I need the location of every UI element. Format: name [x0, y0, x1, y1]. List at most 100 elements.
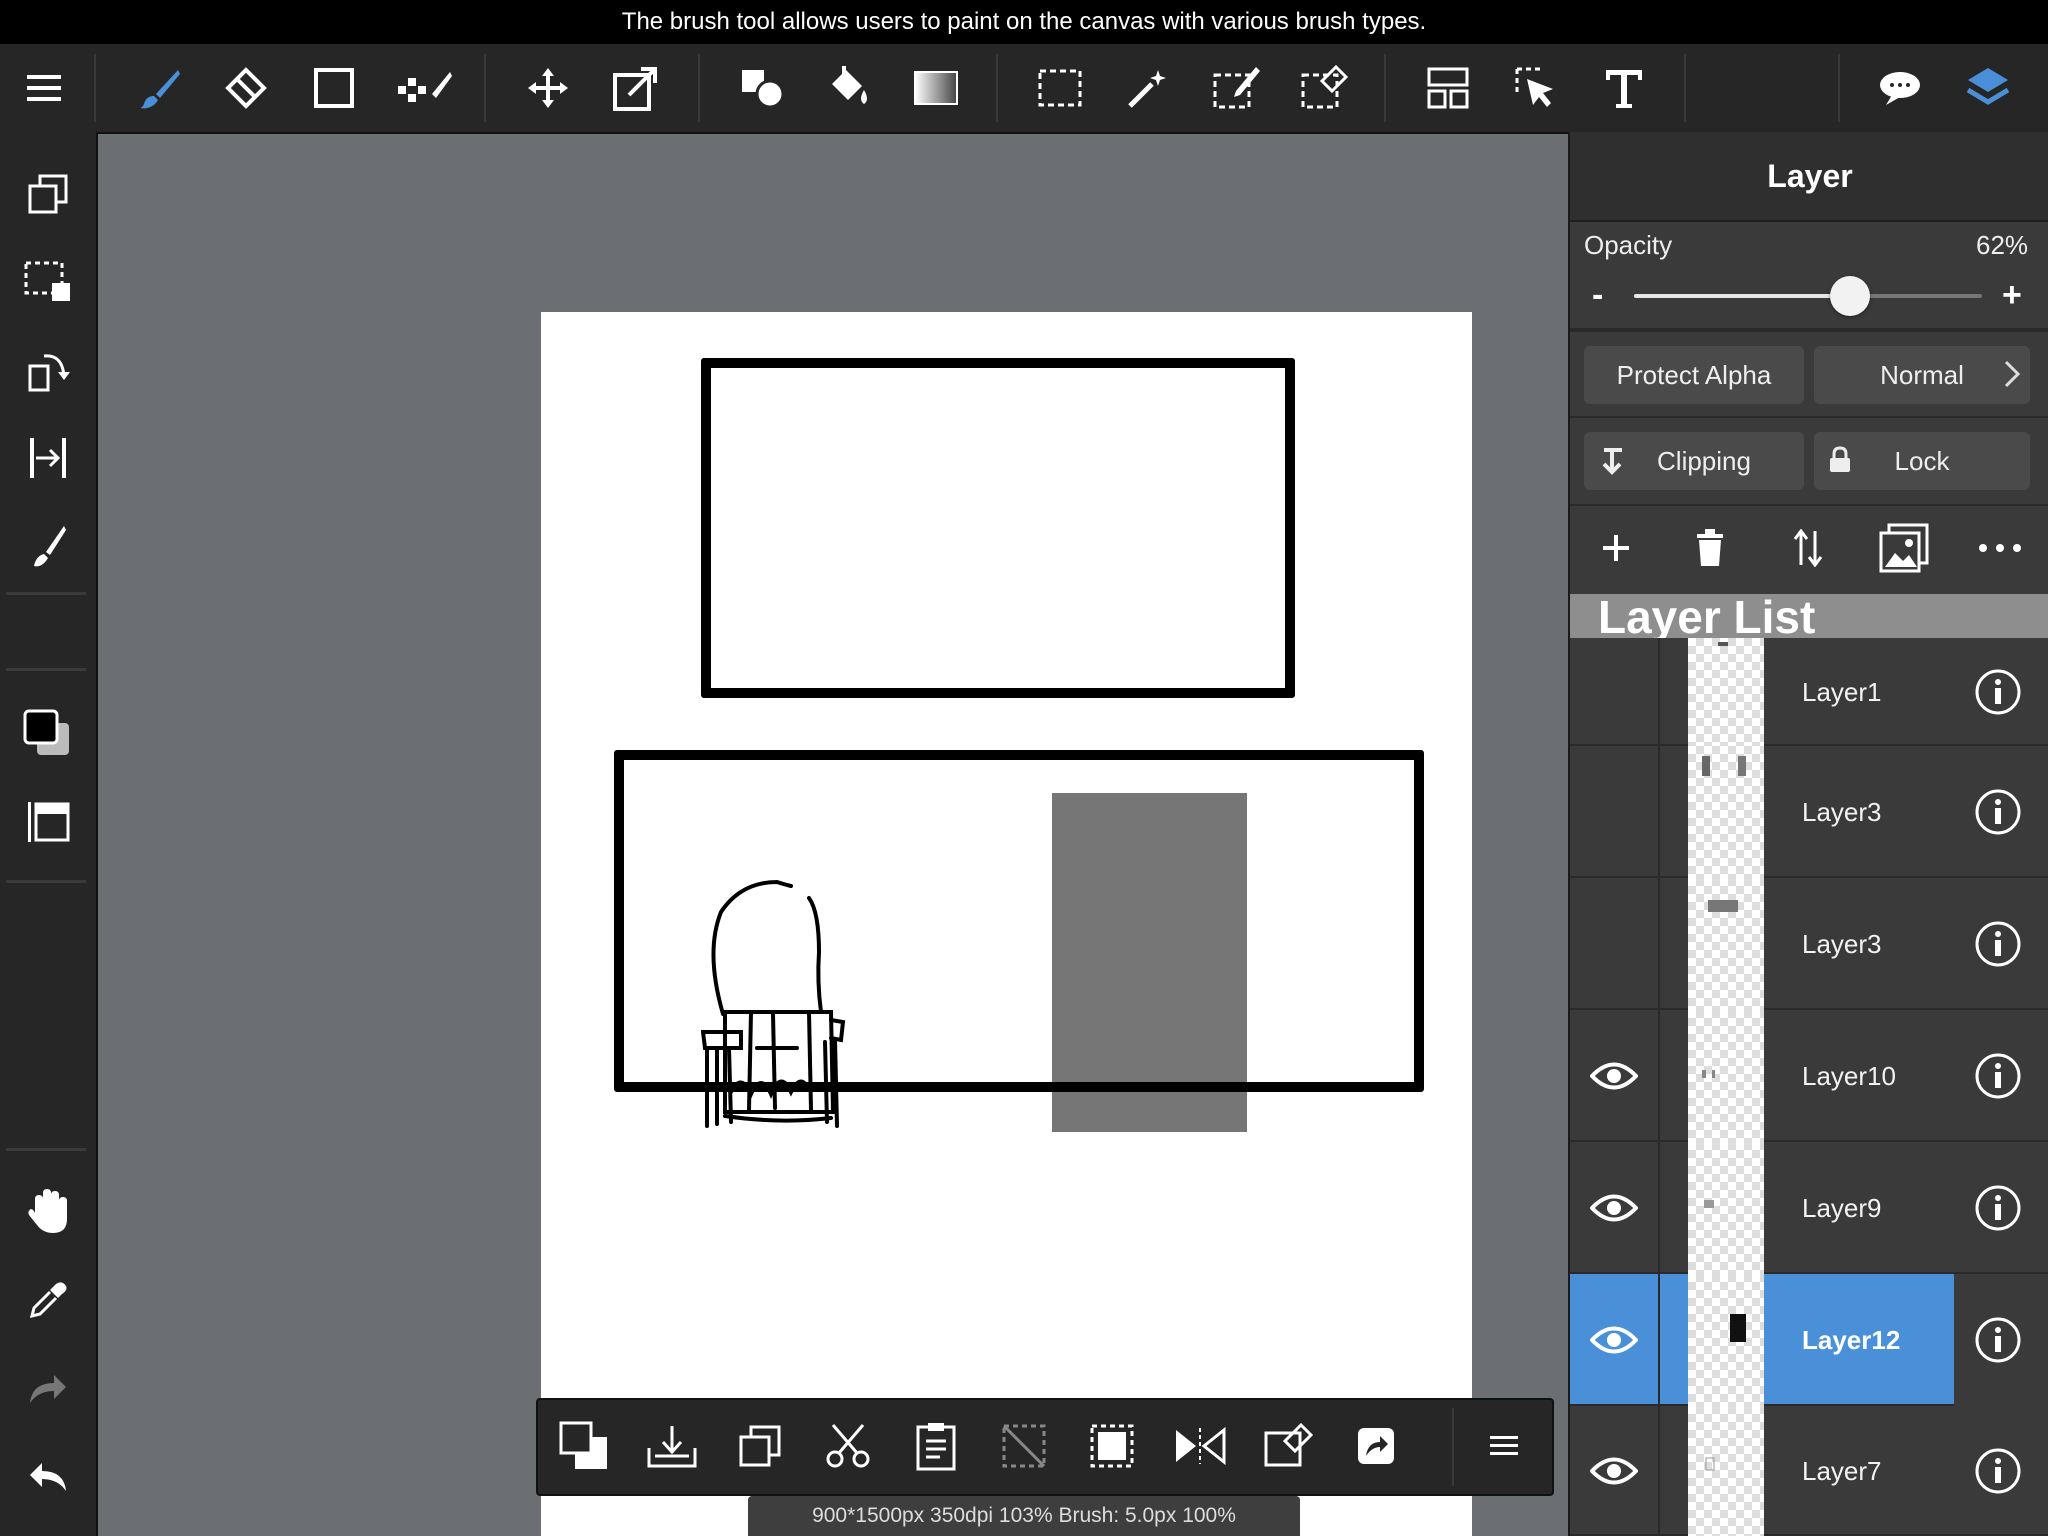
eye-icon[interactable]: [1570, 1010, 1658, 1142]
brush-icon[interactable]: [130, 58, 190, 118]
layer-row[interactable]: Layer10: [1570, 1010, 2048, 1142]
sketch-drawing: [701, 879, 846, 1128]
layer-name: Layer3: [1802, 796, 1882, 827]
trash-icon[interactable]: [1680, 518, 1740, 578]
copy-layer-icon[interactable]: [18, 164, 78, 224]
rectangle-icon[interactable]: [304, 58, 364, 118]
move-icon[interactable]: [518, 58, 578, 118]
color-swatch-icon[interactable]: [18, 704, 78, 764]
more-options-icon[interactable]: [1970, 518, 2030, 578]
eye-icon[interactable]: [1570, 1142, 1658, 1274]
layer-image-icon[interactable]: [1874, 518, 1934, 578]
export-icon[interactable]: [1346, 1416, 1406, 1476]
layer-row[interactable]: Layer7: [1570, 1406, 2048, 1536]
status-bar: 900*1500px 350dpi 103% Brush: 5.0px 100%: [748, 1496, 1300, 1536]
top-toolbar: [0, 44, 2048, 134]
bottom-toolbar: [536, 1398, 1554, 1496]
canvas-paper[interactable]: [541, 312, 1472, 1536]
selection-eraser-icon[interactable]: [1294, 58, 1354, 118]
opacity-minus-button[interactable]: -: [1592, 276, 1603, 315]
eye-hidden-icon[interactable]: [1570, 638, 1658, 746]
opacity-value: 62%: [1976, 230, 2029, 260]
undo-icon[interactable]: [18, 1446, 78, 1506]
eraser-icon[interactable]: [216, 58, 276, 118]
transform-icon[interactable]: [606, 58, 666, 118]
layer-name: Layer3: [1802, 928, 1882, 959]
rotate-icon[interactable]: [18, 340, 78, 400]
blend-mode-button[interactable]: Normal: [1814, 346, 2030, 404]
clipping-button[interactable]: Clipping: [1584, 432, 1804, 490]
opacity-slider[interactable]: [1634, 276, 1982, 316]
edit-selection-icon[interactable]: [1258, 1416, 1318, 1476]
layer-list: Layer1 Layer3 Layer3 Layer10 Layer9 Layer12 La…: [1570, 638, 2048, 1536]
lock-label: Lock: [1894, 445, 1950, 476]
info-icon[interactable]: [1974, 1184, 2022, 1232]
selection-pen-icon[interactable]: [1206, 58, 1266, 118]
blend-mode-label: Normal: [1880, 359, 1964, 390]
opacity-slider-thumb[interactable]: [1829, 276, 1870, 316]
select-all-icon[interactable]: [1082, 1416, 1142, 1476]
eyedropper-icon[interactable]: [18, 1270, 78, 1330]
status-text: 900*1500px 350dpi 103% Brush: 5.0px 100%: [812, 1504, 1236, 1527]
shape-fill-icon[interactable]: [732, 58, 792, 118]
flip-icon[interactable]: [1170, 1416, 1230, 1476]
layer-row[interactable]: Layer3: [1570, 878, 2048, 1010]
clipping-label: Clipping: [1657, 445, 1751, 476]
layer-thumbnail: [1688, 1142, 1764, 1274]
lock-button[interactable]: Lock: [1814, 432, 2030, 490]
eye-icon[interactable]: [1570, 1274, 1658, 1406]
protect-alpha-button[interactable]: Protect Alpha: [1584, 346, 1804, 404]
import-icon[interactable]: [642, 1416, 702, 1476]
move-layer-icon[interactable]: [1778, 518, 1838, 578]
tooltip-bar: The brush tool allows users to paint on …: [0, 0, 2048, 44]
clipping-arrow-icon: [1600, 446, 1626, 476]
info-icon[interactable]: [1974, 668, 2022, 716]
duplicate-icon[interactable]: [730, 1416, 790, 1476]
layer-thumbnail: [1688, 1406, 1764, 1536]
paste-icon[interactable]: [906, 1416, 966, 1476]
eye-hidden-icon[interactable]: [1570, 746, 1658, 878]
color-swap-icon[interactable]: [554, 1416, 614, 1476]
select-layer-icon[interactable]: [18, 252, 78, 312]
info-icon[interactable]: [1974, 1316, 2022, 1364]
eye-icon[interactable]: [1570, 1406, 1658, 1536]
layer-name: Layer12: [1802, 1324, 1901, 1355]
layer-row[interactable]: Layer12: [1570, 1274, 2048, 1406]
protect-alpha-label: Protect Alpha: [1616, 359, 1772, 390]
layer-name: Layer1: [1802, 676, 1882, 707]
hand-icon[interactable]: [18, 1182, 78, 1242]
operation-icon[interactable]: [1506, 58, 1566, 118]
lock-icon: [1828, 446, 1852, 474]
add-layer-icon[interactable]: [1586, 518, 1646, 578]
info-icon[interactable]: [1974, 1052, 2022, 1100]
selection-rect-icon[interactable]: [1030, 58, 1090, 118]
snap-icon[interactable]: [18, 428, 78, 488]
eye-hidden-icon[interactable]: [1570, 878, 1658, 1010]
layers-icon[interactable]: [1958, 58, 2018, 118]
layer-list-header: Layer List: [1570, 594, 2048, 638]
menu-icon[interactable]: [14, 58, 74, 118]
deselect-icon[interactable]: [994, 1416, 1054, 1476]
frame-divider-icon[interactable]: [1418, 58, 1478, 118]
dot-pen-icon[interactable]: [394, 58, 454, 118]
layer-name: Layer7: [1802, 1455, 1882, 1486]
opacity-slider-fill: [1634, 294, 1850, 298]
layer-row[interactable]: Layer1: [1570, 638, 2048, 746]
brush-size-icon[interactable]: [18, 516, 78, 576]
layer-preview-icon[interactable]: [18, 792, 78, 852]
info-icon[interactable]: [1974, 1447, 2022, 1495]
redo-icon[interactable]: [18, 1358, 78, 1418]
layer-row[interactable]: Layer3: [1570, 746, 2048, 878]
info-icon[interactable]: [1974, 788, 2022, 836]
speech-bubble-icon[interactable]: [1870, 58, 1930, 118]
layer-row[interactable]: Layer9: [1570, 1142, 2048, 1274]
more-menu-icon[interactable]: [1474, 1416, 1534, 1476]
opacity-plus-button[interactable]: +: [2002, 276, 2022, 315]
layer-thumbnail: [1688, 746, 1764, 878]
text-icon[interactable]: [1594, 58, 1654, 118]
info-icon[interactable]: [1974, 920, 2022, 968]
gradient-icon[interactable]: [906, 58, 966, 118]
magic-wand-icon[interactable]: [1118, 58, 1178, 118]
cut-icon[interactable]: [818, 1416, 878, 1476]
bucket-icon[interactable]: [818, 58, 878, 118]
